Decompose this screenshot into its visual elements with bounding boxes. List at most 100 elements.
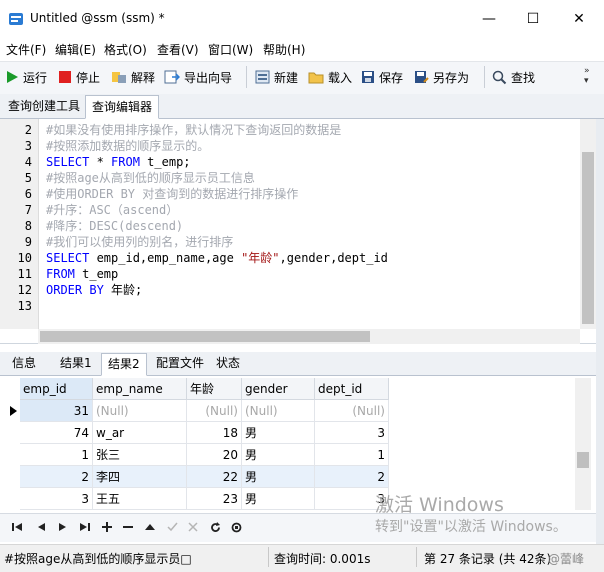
table-cell[interactable]: 1: [315, 444, 389, 466]
current-row-arrow-icon: [10, 406, 17, 416]
save-label: 保存: [379, 70, 404, 85]
line-number: 2: [24, 123, 32, 137]
table-cell[interactable]: (Null): [315, 400, 389, 422]
activation-watermark-hint: 转到"设置"以激活 Windows。: [375, 519, 567, 535]
refresh-icon[interactable]: [208, 519, 222, 535]
confirm-check-icon: [165, 519, 179, 535]
menu-file[interactable]: 文件(F): [6, 41, 46, 58]
save-as-icon: [415, 71, 429, 83]
editor-vertical-scroll-thumb[interactable]: [582, 152, 594, 324]
menu-help[interactable]: 帮助(H): [263, 41, 305, 58]
table-cell[interactable]: 74: [20, 422, 93, 444]
code-line-select: SELECT emp_id,emp_name,age "年龄",gender,d…: [46, 250, 388, 266]
code-comment: #使用ORDER BY 对查询到的数据进行排序操作: [46, 187, 299, 201]
table-cell[interactable]: 男: [242, 444, 315, 466]
table-cell[interactable]: (Null): [93, 400, 187, 422]
column-header-dept-id[interactable]: dept_id: [315, 378, 389, 400]
column-header-age[interactable]: 年龄: [187, 378, 242, 400]
line-number: 12: [17, 283, 32, 297]
table-cell[interactable]: w_ar: [93, 422, 187, 444]
new-query-icon: [255, 70, 270, 84]
save-button[interactable]: 保存: [361, 66, 403, 88]
tab-info[interactable]: 信息: [6, 353, 42, 374]
table-cell[interactable]: 男: [242, 422, 315, 444]
delete-record-icon[interactable]: [121, 519, 135, 535]
grid-vertical-scroll-thumb[interactable]: [577, 452, 589, 468]
table-cell[interactable]: 2: [20, 466, 93, 488]
menu-edit[interactable]: 编辑(E): [55, 41, 96, 58]
line-number: 9: [24, 235, 32, 249]
save-as-label: 另存为: [433, 70, 470, 85]
line-number: 10: [17, 251, 32, 265]
close-button[interactable]: ✕: [556, 0, 602, 38]
table-cell[interactable]: (Null): [187, 400, 242, 422]
minimize-button[interactable]: —: [466, 0, 512, 38]
explain-label: 解释: [131, 70, 156, 85]
apply-changes-icon[interactable]: [143, 519, 157, 535]
status-current-sql: #按照age从高到低的顺序显示员□: [4, 552, 192, 566]
table-cell[interactable]: 李四: [93, 466, 187, 488]
tab-result1[interactable]: 结果1: [54, 353, 98, 374]
code-text: ,gender,dept_id: [279, 251, 388, 265]
load-label: 载入: [328, 70, 353, 85]
table-cell[interactable]: 1: [20, 444, 93, 466]
tab-result2[interactable]: 结果2: [101, 353, 147, 376]
export-wizard-label: 导出向导: [184, 70, 233, 85]
column-header-emp-id[interactable]: emp_id: [20, 378, 93, 400]
table-cell[interactable]: 31: [20, 400, 93, 422]
export-wizard-button[interactable]: 导出向导: [164, 66, 232, 88]
last-record-icon[interactable]: [78, 519, 92, 535]
status-user-watermark: @蕾峰: [548, 552, 585, 566]
column-header-gender[interactable]: gender: [242, 378, 315, 400]
table-cell[interactable]: 男: [242, 466, 315, 488]
code-text: emp_id,emp_name,age: [89, 251, 242, 265]
save-as-button[interactable]: 另存为: [414, 66, 469, 88]
maximize-button[interactable]: ☐: [510, 0, 556, 38]
next-record-icon[interactable]: [56, 519, 70, 535]
stop-button[interactable]: 停止: [58, 66, 100, 88]
activation-watermark-title: 激活 Windows: [375, 494, 504, 516]
tab-query-editor[interactable]: 查询编辑器: [85, 95, 160, 119]
table-cell[interactable]: 23: [187, 488, 242, 510]
run-button[interactable]: 运行: [6, 66, 47, 88]
table-cell[interactable]: 王五: [93, 488, 187, 510]
line-number: 8: [24, 219, 32, 233]
tab-query-builder[interactable]: 查询创建工具: [2, 95, 86, 117]
menu-format[interactable]: 格式(O): [104, 41, 147, 58]
toolbar-overflow-chevron-icon[interactable]: » ▾: [584, 66, 590, 86]
explain-button[interactable]: 解释: [111, 66, 155, 88]
add-record-icon[interactable]: [100, 519, 114, 535]
new-button[interactable]: 新建: [255, 66, 298, 88]
table-cell[interactable]: (Null): [242, 400, 315, 422]
table-cell[interactable]: 22: [187, 466, 242, 488]
menu-view[interactable]: 查看(V): [157, 41, 199, 58]
status-separator: [268, 547, 269, 567]
column-header-emp-name[interactable]: emp_name: [93, 378, 187, 400]
line-number: 5: [24, 171, 32, 185]
new-label: 新建: [274, 70, 299, 85]
code-comment: #我们可以使用列的别名，进行排序: [46, 235, 234, 249]
tab-status[interactable]: 状态: [210, 353, 246, 374]
load-button[interactable]: 载入: [308, 66, 352, 88]
keyword: ORDER BY: [46, 283, 104, 297]
table-cell[interactable]: 20: [187, 444, 242, 466]
first-record-icon[interactable]: [10, 519, 24, 535]
code-line-select: SELECT * FROM t_emp;: [46, 154, 191, 170]
table-cell[interactable]: 张三: [93, 444, 187, 466]
find-label: 查找: [511, 70, 536, 85]
line-number: 4: [24, 155, 32, 169]
table-cell[interactable]: 男: [242, 488, 315, 510]
editor-horizontal-scroll-thumb[interactable]: [40, 331, 370, 342]
grid-vertical-scrollbar[interactable]: [575, 378, 591, 510]
find-button[interactable]: 查找: [492, 66, 535, 88]
table-cell[interactable]: 3: [315, 422, 389, 444]
stop-circle-icon[interactable]: [229, 519, 243, 535]
run-label: 运行: [23, 70, 48, 85]
menu-window[interactable]: 窗口(W): [208, 41, 253, 58]
prev-record-icon[interactable]: [34, 519, 48, 535]
table-cell[interactable]: 2: [315, 466, 389, 488]
table-cell[interactable]: 3: [20, 488, 93, 510]
stop-label: 停止: [76, 70, 101, 85]
table-cell[interactable]: 18: [187, 422, 242, 444]
tab-profile[interactable]: 配置文件: [150, 353, 210, 374]
